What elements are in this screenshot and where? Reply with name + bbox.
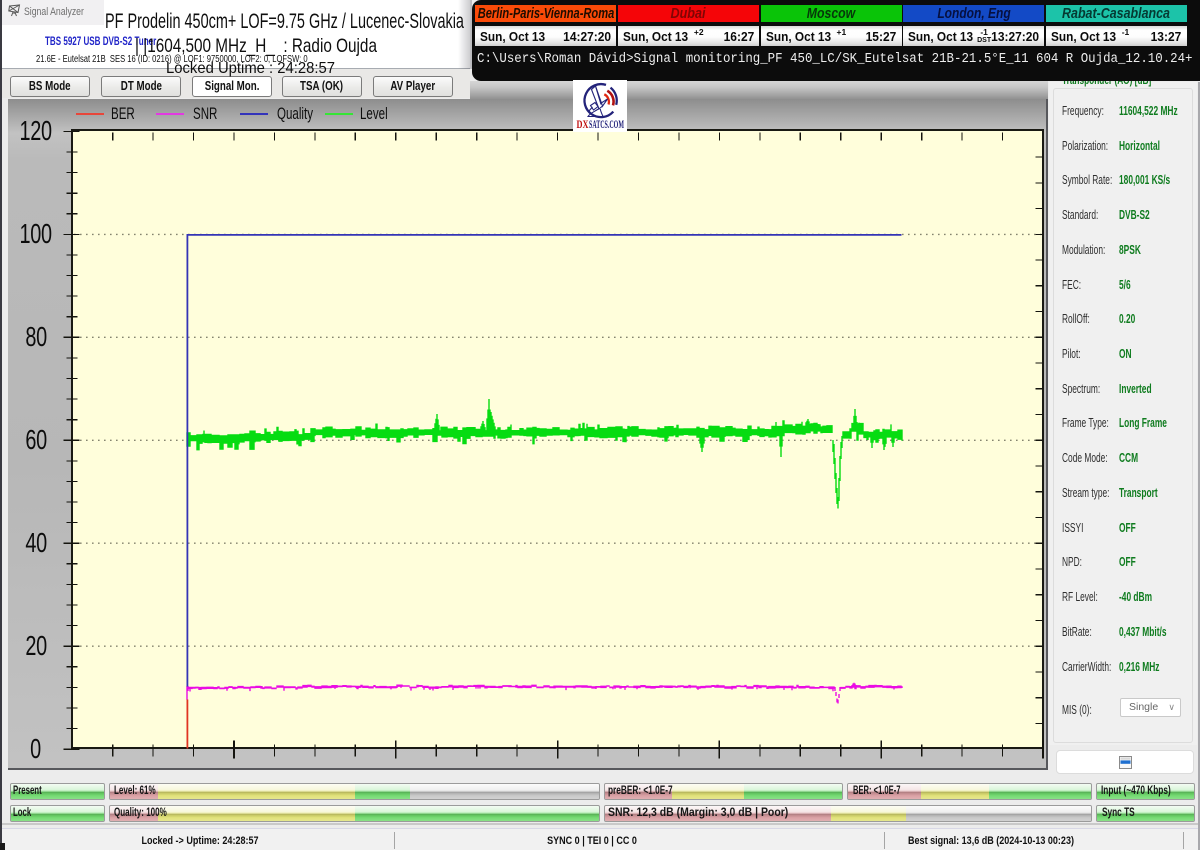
svg-text:SATCS.COM: SATCS.COM: [589, 119, 624, 131]
svg-text:DX: DX: [577, 119, 589, 131]
